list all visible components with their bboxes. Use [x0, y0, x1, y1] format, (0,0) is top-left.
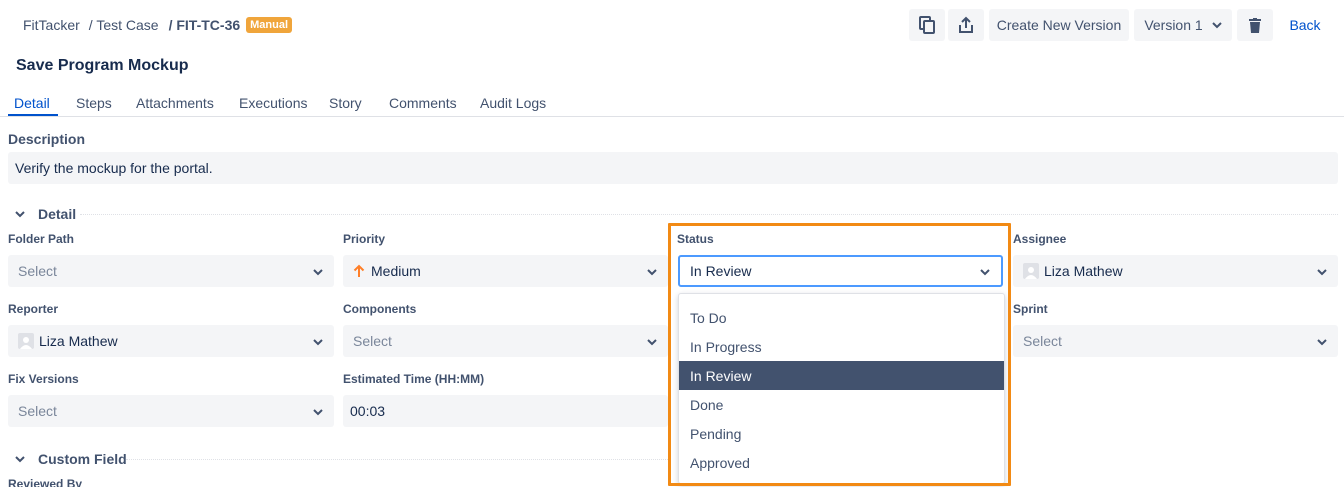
tab-steps[interactable]: Steps — [76, 95, 112, 111]
custom-field-heading: Custom Field — [38, 451, 127, 467]
chevron-down-icon — [646, 335, 658, 347]
components-select[interactable]: Select — [343, 325, 668, 357]
reporter-select[interactable]: Liza Mathew — [8, 325, 334, 357]
chevron-down-icon — [1316, 335, 1328, 347]
folder-path-label: Folder Path — [8, 232, 75, 246]
description-field[interactable]: Verify the mockup for the portal. — [8, 152, 1338, 184]
breadcrumb-project-link[interactable]: FitTacker — [23, 17, 80, 33]
sprint-label: Sprint — [1013, 302, 1048, 316]
copy-button[interactable] — [909, 9, 945, 41]
active-tab-indicator — [8, 114, 58, 116]
description-label: Description — [8, 131, 86, 147]
chevron-down-icon — [312, 335, 324, 347]
tab-detail[interactable]: Detail — [14, 95, 50, 111]
estimated-time-label: Estimated Time (HH:MM) — [343, 372, 485, 386]
fix-versions-select[interactable]: Select — [8, 395, 334, 427]
breadcrumb-section-link[interactable]: / Test Case — [89, 17, 159, 33]
breadcrumb: FitTacker / Test Case / FIT-TC-36 Manual — [23, 17, 293, 33]
status-options-menu: To Do In Progress In Review Done Pending… — [678, 293, 1005, 484]
components-placeholder: Select — [353, 333, 392, 349]
avatar — [18, 333, 34, 349]
section-divider — [126, 459, 668, 460]
status-select[interactable]: In Review — [678, 255, 1003, 287]
assignee-value: Liza Mathew — [1044, 263, 1123, 279]
folder-path-select[interactable]: Select — [8, 255, 334, 287]
version-dropdown[interactable]: Version 1 — [1134, 9, 1232, 41]
chevron-down-icon — [13, 452, 27, 466]
priority-value: Medium — [371, 263, 421, 279]
copy-icon — [919, 16, 935, 34]
chevron-down-icon — [312, 265, 324, 277]
section-divider — [80, 214, 1338, 215]
status-option-to-do[interactable]: To Do — [679, 303, 1004, 332]
detail-section-toggle[interactable]: Detail — [13, 206, 76, 222]
priority-select[interactable]: Medium — [343, 255, 668, 287]
chevron-down-icon — [646, 265, 658, 277]
chevron-down-icon — [13, 207, 27, 221]
delete-button[interactable] — [1237, 9, 1273, 41]
status-option-approved[interactable]: Approved — [679, 448, 1004, 477]
sprint-placeholder: Select — [1023, 333, 1062, 349]
version-label: Version 1 — [1144, 17, 1203, 33]
assignee-select[interactable]: Liza Mathew — [1013, 255, 1338, 287]
status-option-done[interactable]: Done — [679, 390, 1004, 419]
status-label: Status — [677, 232, 714, 246]
page-title: Save Program Mockup — [16, 57, 189, 74]
tab-attachments[interactable]: Attachments — [136, 95, 214, 111]
chevron-down-icon — [1316, 265, 1328, 277]
folder-path-placeholder: Select — [18, 263, 57, 279]
chevron-down-icon — [979, 265, 991, 277]
priority-label: Priority — [343, 232, 386, 246]
share-button[interactable] — [948, 9, 984, 41]
estimated-time-input[interactable]: 00:03 — [343, 395, 668, 427]
tab-audit-logs[interactable]: Audit Logs — [480, 95, 546, 111]
reporter-label: Reporter — [8, 302, 59, 316]
tab-comments[interactable]: Comments — [389, 95, 457, 111]
sprint-select[interactable]: Select — [1013, 325, 1338, 357]
components-label: Components — [343, 302, 417, 316]
chevron-down-icon — [312, 405, 324, 417]
reporter-value: Liza Mathew — [39, 333, 118, 349]
tab-executions[interactable]: Executions — [239, 95, 307, 111]
status-value: In Review — [690, 263, 752, 279]
tab-bar: Detail Steps Attachments Executions Stor… — [0, 92, 1344, 117]
share-icon — [958, 16, 974, 34]
avatar — [1023, 263, 1039, 279]
fix-versions-placeholder: Select — [18, 403, 57, 419]
arrow-up-icon — [353, 264, 365, 278]
back-link[interactable]: Back — [1280, 9, 1330, 41]
chevron-down-icon — [1211, 20, 1222, 30]
tab-story[interactable]: Story — [329, 95, 362, 111]
detail-heading: Detail — [38, 206, 77, 222]
fix-versions-label: Fix Versions — [8, 372, 79, 386]
status-option-pending[interactable]: Pending — [679, 419, 1004, 448]
create-new-version-button[interactable]: Create New Version — [989, 9, 1129, 41]
reviewed-by-label: Reviewed By — [8, 477, 83, 487]
test-type-badge: Manual — [246, 17, 293, 33]
trash-icon — [1249, 17, 1261, 33]
breadcrumb-key: / FIT-TC-36 — [168, 17, 241, 33]
assignee-label: Assignee — [1013, 232, 1067, 246]
custom-field-section-toggle[interactable]: Custom Field — [13, 451, 127, 467]
status-option-in-progress[interactable]: In Progress — [679, 332, 1004, 361]
status-option-in-review[interactable]: In Review — [679, 361, 1004, 390]
